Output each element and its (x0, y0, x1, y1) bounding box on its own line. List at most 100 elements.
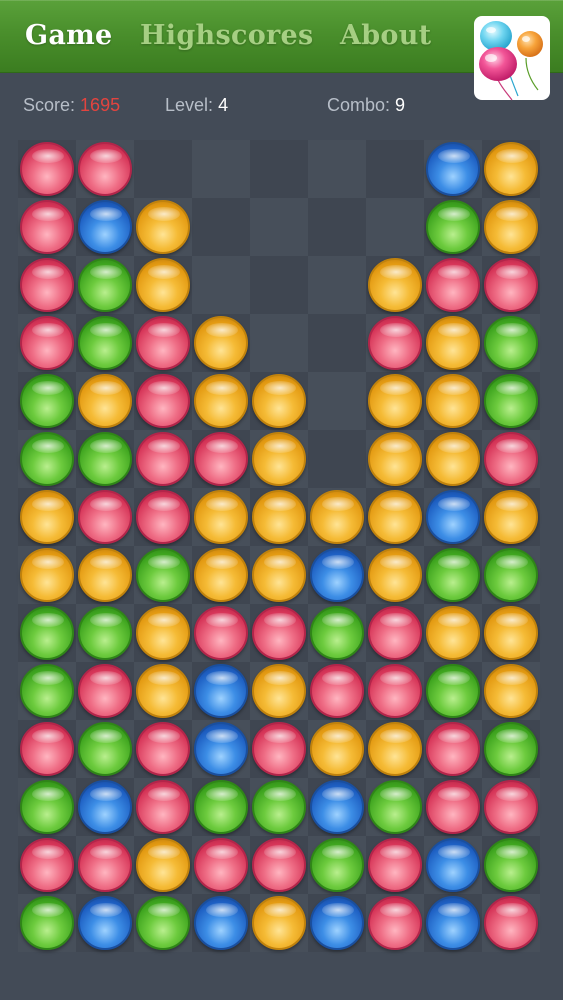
green-ball[interactable] (484, 722, 538, 776)
green-ball[interactable] (310, 606, 364, 660)
yellow-ball[interactable] (136, 606, 190, 660)
yellow-ball[interactable] (252, 490, 306, 544)
blue-ball[interactable] (426, 490, 480, 544)
red-ball[interactable] (20, 142, 74, 196)
red-ball[interactable] (136, 780, 190, 834)
red-ball[interactable] (20, 316, 74, 370)
blue-ball[interactable] (78, 896, 132, 950)
red-ball[interactable] (484, 780, 538, 834)
red-ball[interactable] (78, 142, 132, 196)
blue-ball[interactable] (194, 722, 248, 776)
yellow-ball[interactable] (252, 548, 306, 602)
yellow-ball[interactable] (136, 258, 190, 312)
yellow-ball[interactable] (78, 548, 132, 602)
red-ball[interactable] (484, 432, 538, 486)
red-ball[interactable] (368, 896, 422, 950)
red-ball[interactable] (368, 316, 422, 370)
yellow-ball[interactable] (426, 374, 480, 428)
red-ball[interactable] (368, 838, 422, 892)
yellow-ball[interactable] (426, 432, 480, 486)
red-ball[interactable] (136, 374, 190, 428)
red-ball[interactable] (194, 838, 248, 892)
blue-ball[interactable] (194, 664, 248, 718)
red-ball[interactable] (20, 838, 74, 892)
blue-ball[interactable] (310, 548, 364, 602)
yellow-ball[interactable] (194, 316, 248, 370)
red-ball[interactable] (136, 490, 190, 544)
yellow-ball[interactable] (252, 664, 306, 718)
yellow-ball[interactable] (136, 200, 190, 254)
yellow-ball[interactable] (20, 490, 74, 544)
blue-ball[interactable] (194, 896, 248, 950)
red-ball[interactable] (136, 722, 190, 776)
red-ball[interactable] (484, 896, 538, 950)
yellow-ball[interactable] (484, 606, 538, 660)
green-ball[interactable] (484, 316, 538, 370)
red-ball[interactable] (426, 780, 480, 834)
yellow-ball[interactable] (252, 432, 306, 486)
red-ball[interactable] (426, 722, 480, 776)
blue-ball[interactable] (426, 142, 480, 196)
yellow-ball[interactable] (484, 142, 538, 196)
green-ball[interactable] (78, 258, 132, 312)
green-ball[interactable] (484, 548, 538, 602)
red-ball[interactable] (252, 606, 306, 660)
yellow-ball[interactable] (484, 664, 538, 718)
green-ball[interactable] (368, 780, 422, 834)
blue-ball[interactable] (426, 896, 480, 950)
green-ball[interactable] (20, 374, 74, 428)
green-ball[interactable] (20, 664, 74, 718)
green-ball[interactable] (20, 606, 74, 660)
green-ball[interactable] (252, 780, 306, 834)
red-ball[interactable] (368, 606, 422, 660)
red-ball[interactable] (78, 664, 132, 718)
red-ball[interactable] (252, 838, 306, 892)
yellow-ball[interactable] (368, 722, 422, 776)
green-ball[interactable] (310, 838, 364, 892)
tab-about[interactable]: About (340, 16, 431, 56)
yellow-ball[interactable] (252, 896, 306, 950)
yellow-ball[interactable] (194, 548, 248, 602)
yellow-ball[interactable] (368, 258, 422, 312)
green-ball[interactable] (78, 432, 132, 486)
green-ball[interactable] (194, 780, 248, 834)
green-ball[interactable] (136, 548, 190, 602)
red-ball[interactable] (194, 432, 248, 486)
red-ball[interactable] (136, 316, 190, 370)
yellow-ball[interactable] (136, 664, 190, 718)
yellow-ball[interactable] (368, 374, 422, 428)
green-ball[interactable] (484, 838, 538, 892)
green-ball[interactable] (20, 432, 74, 486)
red-ball[interactable] (20, 258, 74, 312)
green-ball[interactable] (20, 780, 74, 834)
red-ball[interactable] (426, 258, 480, 312)
yellow-ball[interactable] (78, 374, 132, 428)
green-ball[interactable] (426, 664, 480, 718)
green-ball[interactable] (20, 896, 74, 950)
yellow-ball[interactable] (368, 490, 422, 544)
yellow-ball[interactable] (252, 374, 306, 428)
red-ball[interactable] (136, 432, 190, 486)
yellow-ball[interactable] (484, 490, 538, 544)
yellow-ball[interactable] (368, 432, 422, 486)
green-ball[interactable] (484, 374, 538, 428)
red-ball[interactable] (20, 200, 74, 254)
yellow-ball[interactable] (194, 374, 248, 428)
tab-game[interactable]: Game (25, 16, 113, 56)
red-ball[interactable] (78, 490, 132, 544)
green-ball[interactable] (78, 606, 132, 660)
green-ball[interactable] (78, 316, 132, 370)
yellow-ball[interactable] (310, 722, 364, 776)
red-ball[interactable] (368, 664, 422, 718)
yellow-ball[interactable] (368, 548, 422, 602)
red-ball[interactable] (252, 722, 306, 776)
blue-ball[interactable] (78, 200, 132, 254)
yellow-ball[interactable] (136, 838, 190, 892)
yellow-ball[interactable] (20, 548, 74, 602)
yellow-ball[interactable] (426, 606, 480, 660)
blue-ball[interactable] (310, 780, 364, 834)
blue-ball[interactable] (310, 896, 364, 950)
yellow-ball[interactable] (310, 490, 364, 544)
blue-ball[interactable] (426, 838, 480, 892)
blue-ball[interactable] (78, 780, 132, 834)
